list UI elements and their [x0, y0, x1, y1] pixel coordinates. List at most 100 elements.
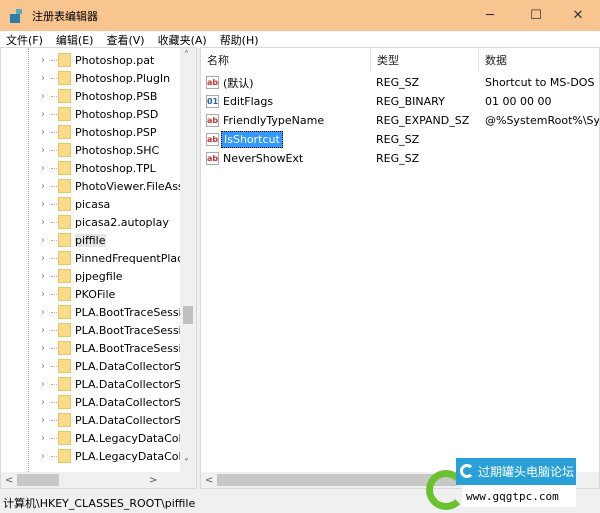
expand-chevron-icon[interactable]: ›	[41, 361, 45, 372]
tree-item-label: PLA.DataCollectorSe	[75, 359, 188, 373]
string-value-icon: ab	[206, 133, 219, 146]
expand-chevron-icon[interactable]: ›	[41, 253, 45, 264]
tree-item[interactable]: › PLA.BootTraceSessi	[1, 321, 182, 339]
scroll-left-icon[interactable]: <	[205, 475, 213, 486]
expand-chevron-icon[interactable]: ›	[41, 289, 45, 300]
close-button[interactable]: ✕	[556, 0, 600, 31]
scroll-thumb[interactable]	[217, 474, 457, 486]
minimize-button[interactable]: ─	[468, 0, 512, 31]
tree-item-label: PKOFile	[75, 287, 116, 301]
tree-item[interactable]: › PLA.LegacyDataColl	[1, 447, 185, 465]
folder-icon	[58, 125, 71, 139]
tree-item[interactable]: › PLA.DataCollectorSe	[1, 393, 188, 411]
scroll-down-icon[interactable]: ˅	[184, 458, 189, 469]
tree-item-label: PLA.BootTraceSessi	[75, 341, 182, 355]
expand-chevron-icon[interactable]: ›	[41, 145, 45, 156]
tree-item[interactable]: › pjpegfile	[1, 267, 181, 285]
folder-icon	[58, 179, 71, 193]
scroll-thumb[interactable]	[17, 474, 59, 486]
folder-icon	[58, 215, 71, 229]
expand-chevron-icon[interactable]: ›	[41, 217, 45, 228]
expand-chevron-icon[interactable]: ›	[41, 55, 45, 66]
menu-file[interactable]: 文件(F)	[6, 32, 43, 48]
expand-chevron-icon[interactable]: ›	[41, 235, 45, 246]
scroll-thumb[interactable]	[183, 306, 193, 324]
expand-chevron-icon[interactable]: ›	[41, 73, 45, 84]
column-header-name[interactable]: 名称	[201, 48, 371, 72]
tree-vertical-scrollbar[interactable]: ˄ ˅	[180, 48, 196, 474]
tree-item[interactable]: › picasa	[1, 195, 181, 213]
scroll-left-icon[interactable]: <	[5, 475, 13, 486]
tree-item-label: Photoshop.PlugIn	[75, 71, 171, 85]
string-value-icon: ab	[206, 76, 219, 89]
tree-item-label: Photoshop.pat	[75, 53, 155, 67]
value-type: REG_SZ	[376, 133, 420, 146]
expand-chevron-icon[interactable]: ›	[41, 397, 45, 408]
tree-item[interactable]: › Photoshop.pat	[1, 51, 181, 69]
scroll-up-icon[interactable]: ˄	[184, 50, 189, 61]
maximize-button[interactable]: ☐	[514, 0, 558, 31]
string-value-icon: ab	[206, 152, 219, 165]
column-header-data[interactable]: 数据	[479, 48, 599, 72]
menu-help[interactable]: 帮助(H)	[220, 32, 259, 48]
expand-chevron-icon[interactable]: ›	[41, 451, 45, 462]
value-type: REG_BINARY	[376, 95, 445, 108]
tree-item-label: PhotoViewer.FileAss	[75, 179, 184, 193]
expand-chevron-icon[interactable]: ›	[41, 415, 45, 426]
tree-item[interactable]: › PLA.DataCollectorSe	[1, 357, 188, 375]
tree-item[interactable]: › Photoshop.SHC	[1, 141, 181, 159]
expand-chevron-icon[interactable]: ›	[41, 91, 45, 102]
tree-item[interactable]: › Photoshop.PSP	[1, 123, 181, 141]
tree-item[interactable]: › PLA.LegacyDataColl	[1, 429, 185, 447]
expand-chevron-icon[interactable]: ›	[41, 433, 45, 444]
scroll-right-icon[interactable]: >	[149, 475, 157, 486]
expand-chevron-icon[interactable]: ›	[41, 379, 45, 390]
tree-item[interactable]: › PLA.BootTraceSessi	[1, 303, 182, 321]
expand-chevron-icon[interactable]: ›	[41, 109, 45, 120]
tree-item-label: PLA.DataCollectorSe	[75, 377, 188, 391]
list-row[interactable]: ab IsShortcut REG_SZ	[201, 130, 599, 149]
value-name: (默认)	[223, 76, 254, 90]
expand-chevron-icon[interactable]: ›	[41, 325, 45, 336]
registry-editor-icon	[8, 8, 24, 24]
tree-item-label: Photoshop.PSD	[75, 107, 159, 121]
expand-chevron-icon[interactable]: ›	[41, 343, 45, 354]
tree-item[interactable]: › PLA.BootTraceSessi	[1, 339, 182, 357]
tree-item-label: PLA.DataCollectorSe	[75, 413, 188, 427]
tree-item[interactable]: › PLA.DataCollectorSe	[1, 411, 188, 429]
expand-chevron-icon[interactable]: ›	[41, 307, 45, 318]
menu-edit[interactable]: 编辑(E)	[56, 32, 94, 48]
folder-icon	[58, 359, 71, 373]
tree-item[interactable]: › PinnedFrequentPlac	[1, 249, 184, 267]
list-row[interactable]: ab (默认) REG_SZ Shortcut to MS-DOS P	[201, 73, 599, 92]
value-type: REG_SZ	[376, 152, 420, 165]
list-row[interactable]: 01 EditFlags REG_BINARY 01 00 00 00	[201, 92, 599, 111]
tree-item-label: PinnedFrequentPlac	[75, 251, 184, 265]
tree-item[interactable]: › Photoshop.PSD	[1, 105, 181, 123]
expand-chevron-icon[interactable]: ›	[41, 163, 45, 174]
tree-item[interactable]: › picasa2.autoplay	[1, 213, 181, 231]
folder-icon	[58, 143, 71, 157]
list-row[interactable]: ab FriendlyTypeName REG_EXPAND_SZ @%SystemR…	[201, 111, 599, 130]
tree-item[interactable]: › Photoshop.PlugIn	[1, 69, 181, 87]
menu-favorites[interactable]: 收藏夹(A)	[158, 32, 207, 48]
tree-horizontal-scrollbar[interactable]: < >	[1, 472, 196, 488]
list-row[interactable]: ab NeverShowExt REG_SZ	[201, 149, 599, 168]
expand-chevron-icon[interactable]: ›	[41, 127, 45, 138]
tree-item[interactable]: › Photoshop.PSB	[1, 87, 181, 105]
folder-icon	[58, 431, 71, 445]
tree-item[interactable]: › PKOFile	[1, 285, 181, 303]
folder-icon	[58, 251, 71, 265]
tree-item[interactable]: › PLA.DataCollectorSe	[1, 375, 188, 393]
tree-item[interactable]: › Photoshop.TPL	[1, 159, 181, 177]
folder-icon	[58, 377, 71, 391]
folder-icon	[58, 323, 71, 337]
column-header-type[interactable]: 类型	[371, 48, 479, 72]
tree-item[interactable]: › piffile	[1, 231, 181, 249]
expand-chevron-icon[interactable]: ›	[41, 181, 45, 192]
tree-item[interactable]: › PhotoViewer.FileAss	[1, 177, 184, 195]
menu-view[interactable]: 查看(V)	[106, 32, 144, 48]
folder-icon	[58, 89, 71, 103]
expand-chevron-icon[interactable]: ›	[41, 199, 45, 210]
expand-chevron-icon[interactable]: ›	[41, 271, 45, 282]
